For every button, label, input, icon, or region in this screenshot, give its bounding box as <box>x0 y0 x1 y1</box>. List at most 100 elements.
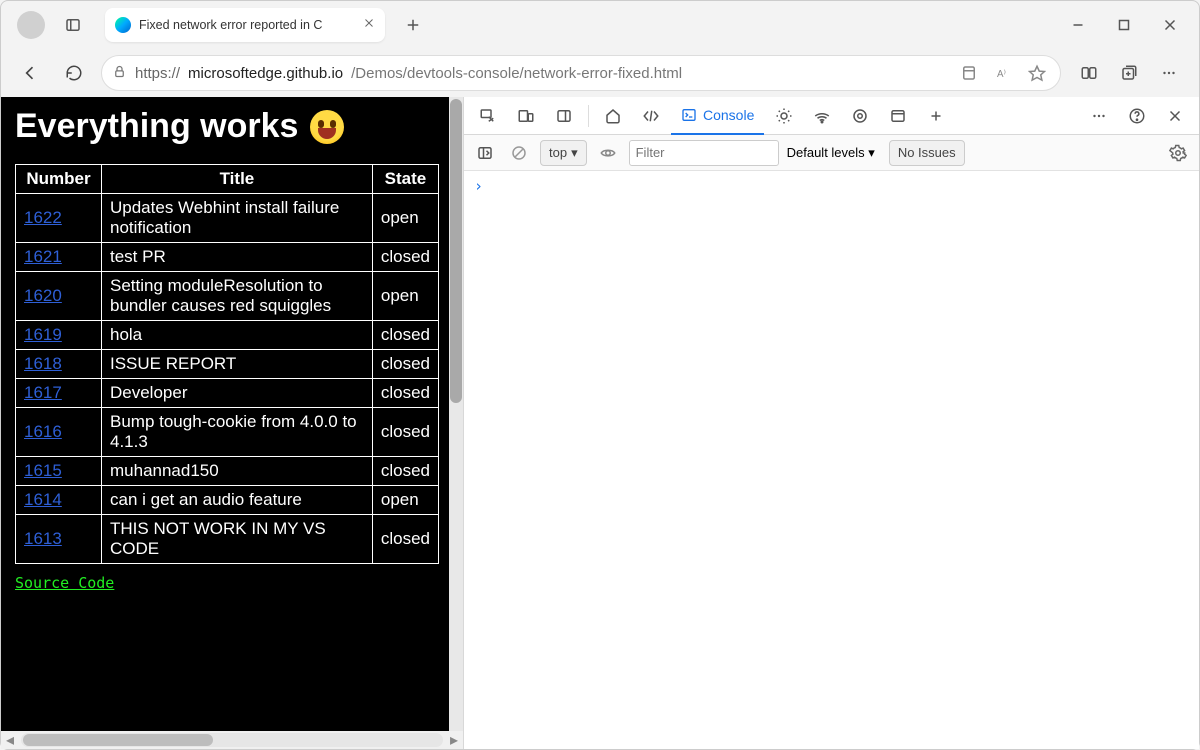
issue-state-cell: closed <box>372 243 438 272</box>
page-heading: Everything works <box>15 107 439 146</box>
issue-title-cell: ISSUE REPORT <box>102 350 373 379</box>
window-maximize-button[interactable] <box>1101 7 1147 43</box>
issue-state-cell: closed <box>372 515 438 564</box>
read-aloud-icon[interactable]: A⁾ <box>990 60 1016 86</box>
issue-number-link[interactable]: 1622 <box>24 208 62 227</box>
application-tab-icon[interactable] <box>880 98 916 134</box>
tab-close-button[interactable] <box>363 16 375 34</box>
inspect-element-icon[interactable] <box>470 98 506 134</box>
devtools-help-icon[interactable] <box>1119 98 1155 134</box>
profile-avatar[interactable] <box>17 11 45 39</box>
issue-state-cell: open <box>372 272 438 321</box>
issue-number-link[interactable]: 1620 <box>24 286 62 305</box>
issue-number-cell: 1621 <box>16 243 102 272</box>
live-expression-icon[interactable] <box>595 140 621 166</box>
devtools-tabstrip: Console <box>464 97 1199 135</box>
dock-side-icon[interactable] <box>546 98 582 134</box>
window-minimize-button[interactable] <box>1055 7 1101 43</box>
issue-title-cell: hola <box>102 321 373 350</box>
issue-title-cell: Updates Webhint install failure notifica… <box>102 194 373 243</box>
refresh-button[interactable] <box>57 56 91 90</box>
issue-state-cell: closed <box>372 408 438 457</box>
welcome-tab-icon[interactable] <box>595 98 631 134</box>
page-vertical-scrollbar[interactable] <box>449 97 463 731</box>
scroll-left-arrow-icon[interactable]: ◂ <box>1 731 19 749</box>
console-tab[interactable]: Console <box>671 97 764 135</box>
log-levels-selector[interactable]: Default levels ▾ <box>787 145 875 161</box>
site-info-lock-icon[interactable] <box>112 64 127 83</box>
settings-more-icon[interactable] <box>1151 55 1187 91</box>
device-toolbar-icon[interactable] <box>508 98 544 134</box>
issue-number-link[interactable]: 1618 <box>24 354 62 373</box>
devtools-close-icon[interactable] <box>1157 98 1193 134</box>
sources-tab-icon[interactable] <box>766 98 802 134</box>
issues-button[interactable]: No Issues <box>889 140 965 166</box>
issue-state-cell: closed <box>372 379 438 408</box>
issue-number-cell: 1622 <box>16 194 102 243</box>
table-row: 1619 holaclosed <box>16 321 439 350</box>
issue-title-cell: THIS NOT WORK IN MY VS CODE <box>102 515 373 564</box>
issue-number-cell: 1615 <box>16 457 102 486</box>
tab-actions-button[interactable] <box>55 7 91 43</box>
levels-label: Default levels <box>787 145 865 160</box>
issue-title-cell: Developer <box>102 379 373 408</box>
no-issues-label: No Issues <box>898 145 956 160</box>
issue-state-cell: closed <box>372 350 438 379</box>
source-code-link[interactable]: Source Code <box>15 574 114 592</box>
app-available-icon[interactable] <box>956 60 982 86</box>
url-protocol: https:// <box>135 65 180 82</box>
scroll-right-arrow-icon[interactable]: ▸ <box>445 731 463 749</box>
issue-state-cell: open <box>372 486 438 515</box>
issue-number-link[interactable]: 1617 <box>24 383 62 402</box>
address-bar[interactable]: https:// microsoftedge.github.io/Demos/de… <box>101 55 1061 91</box>
grinning-emoji-icon <box>310 110 344 144</box>
console-settings-gear-icon[interactable] <box>1165 140 1191 166</box>
devtools-more-icon[interactable] <box>1081 98 1117 134</box>
issue-number-link[interactable]: 1615 <box>24 461 62 480</box>
issue-state-cell: closed <box>372 321 438 350</box>
back-button[interactable] <box>13 56 47 90</box>
issue-title-cell: Bump tough-cookie from 4.0.0 to 4.1.3 <box>102 408 373 457</box>
toggle-sidebar-icon[interactable] <box>472 140 498 166</box>
clear-console-icon[interactable] <box>506 140 532 166</box>
url-path: /Demos/devtools-console/network-error-fi… <box>351 65 682 82</box>
issue-number-cell: 1613 <box>16 515 102 564</box>
issue-title-cell: Setting moduleResolution to bundler caus… <box>102 272 373 321</box>
issue-number-link[interactable]: 1614 <box>24 490 62 509</box>
console-filter-input[interactable] <box>629 140 779 166</box>
browser-tab[interactable]: Fixed network error reported in C <box>105 8 385 42</box>
collections-icon[interactable] <box>1111 55 1147 91</box>
issue-number-link[interactable]: 1613 <box>24 529 62 548</box>
window-close-button[interactable] <box>1147 7 1193 43</box>
issue-number-cell: 1618 <box>16 350 102 379</box>
table-row: 1622 Updates Webhint install failure noti… <box>16 194 439 243</box>
edge-favicon <box>115 17 131 33</box>
console-tab-label: Console <box>703 107 754 123</box>
split-screen-icon[interactable] <box>1071 55 1107 91</box>
more-tabs-button[interactable] <box>918 98 954 134</box>
console-output[interactable]: › <box>464 171 1199 749</box>
context-selector[interactable]: top ▾ <box>540 140 587 166</box>
issue-state-cell: closed <box>372 457 438 486</box>
issue-state-cell: open <box>372 194 438 243</box>
page-horizontal-scrollbar[interactable]: ◂ ▸ <box>1 731 463 749</box>
issue-number-link[interactable]: 1619 <box>24 325 62 344</box>
chevron-down-icon: ▾ <box>868 145 875 160</box>
col-title: Title <box>102 165 373 194</box>
url-host: microsoftedge.github.io <box>188 65 343 82</box>
issue-number-link[interactable]: 1616 <box>24 422 62 441</box>
performance-tab-icon[interactable] <box>842 98 878 134</box>
issue-number-link[interactable]: 1621 <box>24 247 62 266</box>
issue-title-cell: test PR <box>102 243 373 272</box>
network-tab-icon[interactable] <box>804 98 840 134</box>
new-tab-button[interactable] <box>395 7 431 43</box>
chevron-down-icon: ▾ <box>571 145 578 161</box>
favorite-star-icon[interactable] <box>1024 60 1050 86</box>
col-state: State <box>372 165 438 194</box>
col-number: Number <box>16 165 102 194</box>
table-row: 1615muhannad150closed <box>16 457 439 486</box>
elements-tab-icon[interactable] <box>633 98 669 134</box>
issue-number-cell: 1616 <box>16 408 102 457</box>
issue-number-cell: 1619 <box>16 321 102 350</box>
table-row: 1614can i get an audio featureopen <box>16 486 439 515</box>
